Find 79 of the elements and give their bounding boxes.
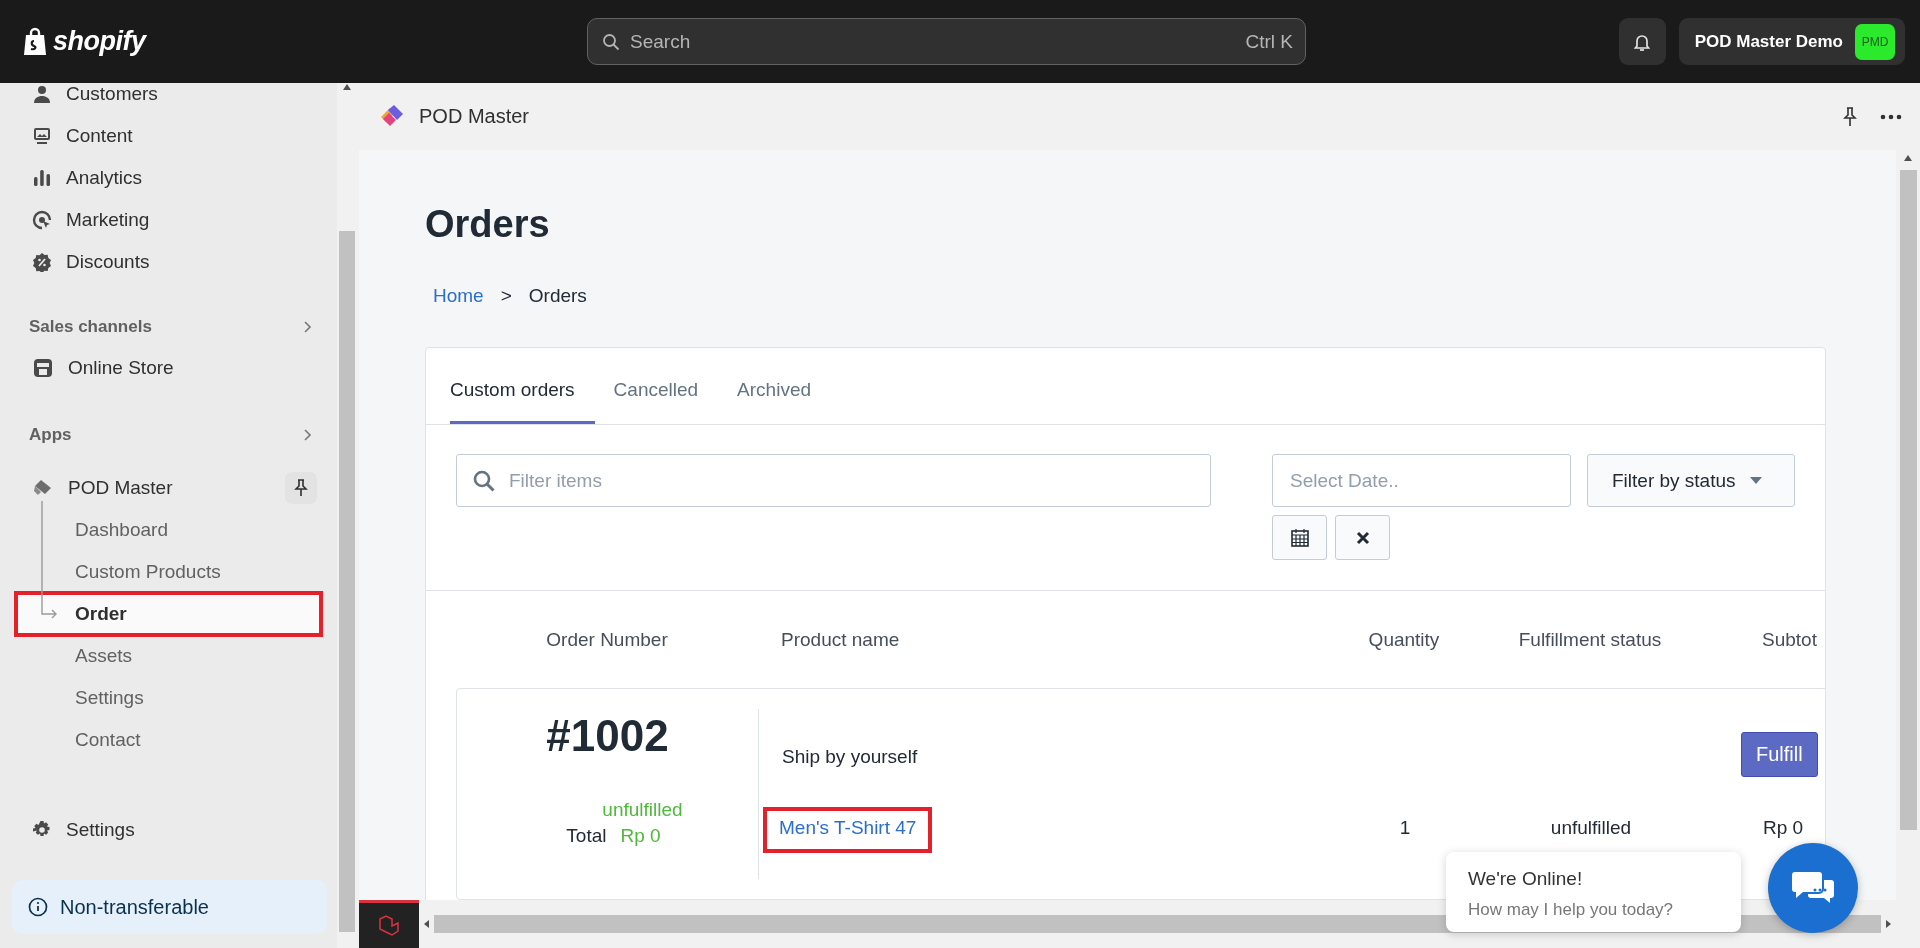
target-cursor-icon — [32, 210, 52, 230]
table-cell: Rp 0 — [1763, 817, 1804, 839]
store-avatar: PMD — [1855, 23, 1895, 60]
tree-line-icon — [41, 501, 57, 619]
column-header: Subtot — [1761, 627, 1818, 652]
scroll-right-icon[interactable] — [1885, 919, 1892, 929]
search-field[interactable]: Search Ctrl K — [587, 18, 1306, 65]
calendar-button[interactable] — [1272, 515, 1327, 560]
notice-text: Non-transferable — [60, 895, 209, 919]
store-menu-button[interactable]: POD Master Demo PMD — [1678, 18, 1905, 65]
logo-text: shopify — [53, 26, 146, 57]
tab[interactable]: Archived — [737, 348, 832, 424]
field-placeholder: Filter items — [509, 469, 602, 492]
column-header: Fulfillment status — [1517, 627, 1663, 652]
storefront-icon — [32, 357, 54, 379]
chat-title: We're Online! — [1468, 868, 1584, 890]
tab[interactable]: Custom orders — [450, 348, 595, 424]
nav-item[interactable]: Customers — [12, 83, 327, 115]
fulfill-button[interactable]: Fulfill — [1741, 731, 1818, 777]
column-header: Quantity — [1367, 627, 1441, 652]
table-cell: unfulfilled — [1550, 817, 1632, 839]
search-placeholder: Search — [630, 30, 692, 53]
product-link[interactable]: Men's T-Shirt 47 — [765, 809, 931, 851]
caret-down-icon — [1749, 477, 1762, 484]
discount-badge-icon — [32, 252, 52, 272]
clear-date-button[interactable] — [1335, 515, 1390, 560]
shopping-bag-icon[interactable] — [22, 26, 48, 57]
nav-item[interactable]: Online Store — [12, 347, 327, 389]
breadcrumb-link[interactable]: Home — [433, 285, 484, 307]
column-header: Product name — [780, 627, 901, 652]
column-header: Order Number — [545, 627, 669, 652]
chat-subtitle: How may I help you today? — [1468, 900, 1675, 920]
search-icon — [602, 32, 620, 51]
shortcut-hint: Ctrl K — [1245, 30, 1293, 53]
sub-nav-item[interactable]: Assets — [16, 635, 321, 677]
sub-nav-item[interactable]: Settings — [16, 677, 321, 719]
calendar-icon — [1290, 528, 1309, 547]
pin-button[interactable] — [285, 472, 317, 504]
person-icon — [32, 84, 52, 104]
status-filter-dropdown[interactable]: Filter by status — [1587, 454, 1795, 507]
total-label: Total — [566, 825, 607, 847]
nav-item[interactable]: Settings — [12, 809, 327, 851]
order-number: #1002 — [546, 711, 669, 761]
app-logo-icon — [32, 478, 54, 498]
breadcrumb-current: Orders — [528, 285, 587, 307]
sub-nav-item[interactable]: Custom Products — [16, 551, 321, 593]
bar-chart-icon — [32, 168, 52, 188]
breadcrumb-separator: > — [500, 285, 512, 307]
cube-logo-icon — [377, 913, 401, 938]
nav-item[interactable]: POD Master — [12, 467, 327, 509]
field-placeholder: Select Date.. — [1290, 469, 1399, 492]
total-value: Rp 0 — [620, 825, 661, 847]
scroll-left-icon[interactable] — [423, 919, 430, 929]
pin-icon — [293, 479, 309, 497]
table-cell: 1 — [1399, 817, 1411, 839]
sub-nav-item[interactable]: Dashboard — [16, 509, 321, 551]
tab[interactable]: Cancelled — [613, 348, 719, 424]
app-title: POD Master — [419, 105, 530, 128]
nav-item[interactable]: Content — [12, 115, 327, 157]
order-status: unfulfilled — [602, 799, 683, 821]
notifications-button[interactable] — [1618, 18, 1666, 65]
pin-icon[interactable] — [1842, 106, 1858, 127]
chevron-right-icon[interactable] — [303, 320, 313, 334]
nav-item[interactable]: Discounts — [12, 241, 327, 283]
sub-nav-item[interactable]: Order — [16, 593, 321, 635]
nav-item[interactable]: Marketing — [12, 199, 327, 241]
info-icon — [28, 897, 48, 917]
monitor-image-icon — [32, 126, 52, 146]
more-icon[interactable] — [1880, 113, 1902, 120]
chevron-right-icon[interactable] — [303, 428, 313, 442]
sub-nav-item[interactable]: Contact — [16, 719, 321, 761]
section-heading: Apps — [29, 425, 72, 445]
shipping-method: Ship by yourself — [781, 745, 919, 769]
nav-item[interactable]: Analytics — [12, 157, 327, 199]
section-heading: Sales channels — [29, 317, 152, 337]
search-icon — [473, 469, 495, 492]
scroll-up-icon[interactable] — [1903, 154, 1913, 162]
page-title: Orders — [425, 203, 551, 247]
close-icon — [1355, 530, 1370, 545]
